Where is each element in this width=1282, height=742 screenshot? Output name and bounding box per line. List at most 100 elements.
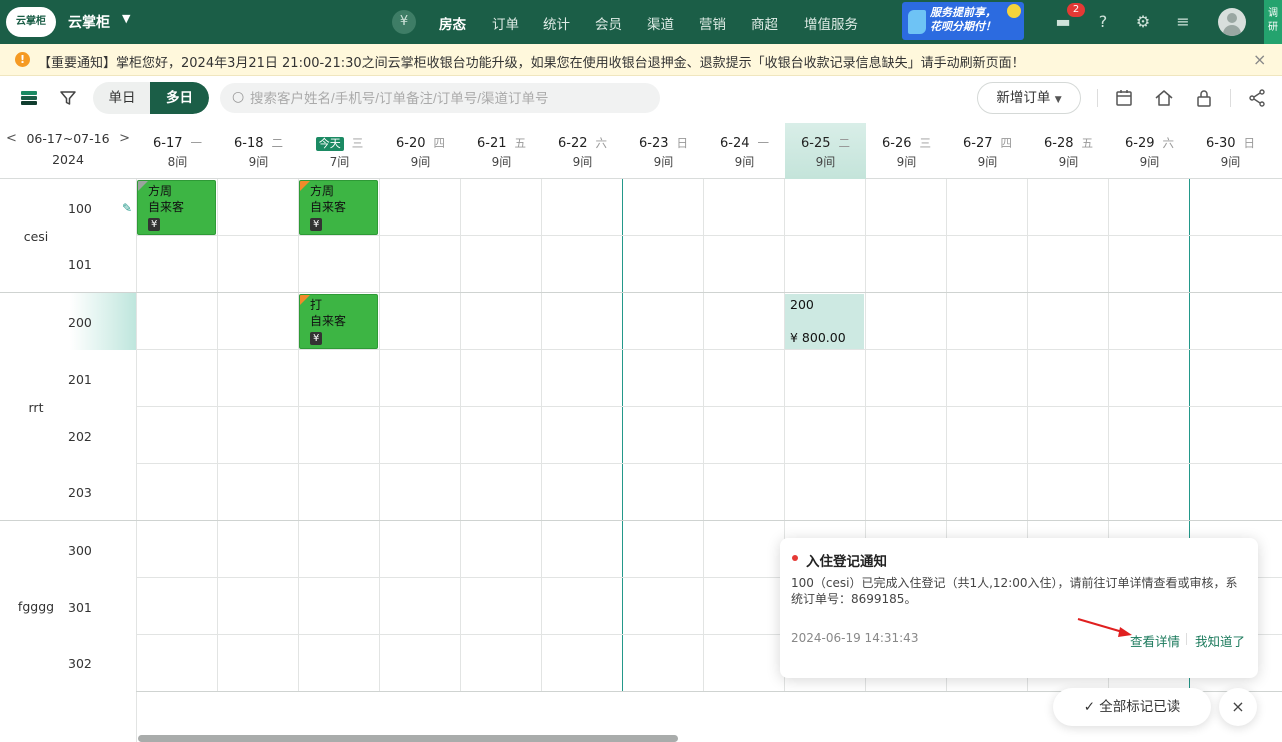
day-room-count: 9间 (734, 155, 755, 169)
day-room-count: 9间 (653, 155, 674, 169)
booking-block[interactable]: 打 自来客 ¥ (299, 294, 378, 349)
day-date: 6-27 (962, 136, 993, 151)
mark-all-read-button[interactable]: ✓ 全部标记已读 (1053, 688, 1211, 726)
promo-banner[interactable]: 服务提前享， 花呗分期付！ (902, 2, 1024, 40)
day-column-header[interactable]: 6-20 四 9间 (380, 123, 461, 179)
booking-corner-flag (300, 295, 310, 305)
room-label[interactable]: 201 (68, 372, 92, 387)
menu-icon[interactable]: ≡ (1172, 11, 1194, 33)
gear-icon[interactable]: ⚙ (1132, 11, 1154, 33)
day-column-header[interactable]: 6-18 二 9间 (218, 123, 299, 179)
yen-icon[interactable]: ¥ (392, 10, 416, 34)
day-column-header[interactable]: 6-23 日 9间 (623, 123, 704, 179)
new-order-label: 新增订单 (996, 90, 1051, 106)
promo-figure-icon (908, 10, 926, 34)
grid-line (298, 179, 299, 691)
red-arrow-annotation (1077, 618, 1132, 637)
caret-down-icon[interactable]: ▼ (122, 12, 130, 25)
mark-all-read-label: 全部标记已读 (1099, 699, 1181, 715)
help-icon[interactable]: ? (1092, 11, 1114, 33)
day-column-header[interactable]: 6-27 四 9间 (947, 123, 1028, 179)
view-details-link[interactable]: 查看详情 (1130, 631, 1180, 650)
day-weekday: 五 (1081, 136, 1094, 150)
day-room-count: 7间 (329, 155, 350, 169)
calendar-icon[interactable] (1114, 88, 1134, 108)
room-group-label: rrt (28, 400, 44, 415)
close-icon[interactable]: × (1253, 50, 1266, 69)
checkin-notification-popup: 入住登记通知 100（cesi）已完成入住登记（共1人,12:00入住），请前往… (780, 538, 1258, 678)
day-date: 6-25 (800, 136, 831, 151)
booking-block[interactable]: 方周 自来客 ¥ (299, 180, 378, 235)
nav-value-added[interactable]: 增值服务 (804, 13, 858, 33)
room-label[interactable]: 200 (68, 315, 92, 330)
grid-line (136, 179, 137, 742)
chevron-right-icon[interactable]: > (119, 131, 130, 146)
booking-guest: 打 (310, 298, 323, 312)
avatar[interactable] (1218, 8, 1246, 36)
filter-icon[interactable] (59, 89, 77, 107)
day-column-header-today[interactable]: 今天三 7间 (299, 123, 380, 179)
payment-badge: ¥ (310, 218, 323, 231)
price-cell-price: ¥ 800.00 (790, 330, 846, 345)
unread-dot (792, 555, 798, 561)
price-cell-selected[interactable]: 200 ¥ 800.00 (785, 294, 864, 349)
booking-guest: 方周 (148, 184, 173, 198)
room-label[interactable]: 301 (68, 600, 92, 615)
room-label[interactable]: 202 (68, 429, 92, 444)
nav-statistics[interactable]: 统计 (543, 13, 570, 33)
room-label[interactable]: 302 (68, 656, 92, 671)
new-order-button[interactable]: 新增订单 ▼ (977, 82, 1081, 114)
room-label[interactable]: 203 (68, 485, 92, 500)
date-range-text[interactable]: 06-17~07-16 (26, 131, 109, 146)
lock-icon[interactable] (1194, 88, 1214, 108)
day-weekday: 三 (351, 136, 364, 150)
nav-room-status[interactable]: 房态 (439, 13, 466, 33)
day-column-header[interactable]: 6-21 五 9间 (461, 123, 542, 179)
survey-tab[interactable]: 调研 (1264, 0, 1282, 44)
day-column-header[interactable]: 6-24 一 9间 (704, 123, 785, 179)
day-room-count: 9间 (491, 155, 512, 169)
day-room-count: 9间 (1139, 155, 1160, 169)
brand-name[interactable]: 云掌柜 (68, 12, 110, 32)
top-navigation-bar: 云掌柜 云掌柜 ▼ ¥ 房态 订单 统计 会员 渠道 营销 商超 增值服务 服务… (0, 0, 1282, 44)
room-group-label: cesi (23, 229, 49, 244)
single-day-button[interactable]: 单日 (93, 82, 151, 114)
day-column-header[interactable]: 6-17 一 8间 (137, 123, 218, 179)
nav-orders[interactable]: 订单 (492, 13, 519, 33)
room-label[interactable]: 101 (68, 257, 92, 272)
app-logo[interactable]: 云掌柜 (6, 7, 56, 37)
grid-line (136, 349, 1282, 350)
room-label[interactable]: 100 (68, 201, 92, 216)
room-label[interactable]: 300 (68, 543, 92, 558)
nav-store[interactable]: 商超 (751, 13, 778, 33)
booking-corner-flag (138, 181, 148, 191)
notice-bar: ! 【重要通知】掌柜您好，2024年3月21日 21:00-21:30之间云掌柜… (0, 44, 1282, 76)
day-column-header[interactable]: 6-28 五 9间 (1028, 123, 1109, 179)
divider (1230, 89, 1231, 107)
grid-line (379, 179, 380, 691)
week-divider-line (622, 179, 623, 691)
day-weekday: 三 (919, 136, 932, 150)
nav-marketing[interactable]: 营销 (699, 13, 726, 33)
day-column-header-selected[interactable]: 6-25 二 9间 (785, 123, 866, 179)
day-column-header[interactable]: 6-30 日 9间 (1190, 123, 1271, 179)
share-icon[interactable] (1247, 88, 1267, 108)
chevron-left-icon[interactable]: < (6, 131, 17, 146)
day-column-header[interactable]: 6-26 三 9间 (866, 123, 947, 179)
nav-channels[interactable]: 渠道 (647, 13, 674, 33)
day-column-header[interactable]: 6-29 六 9间 (1109, 123, 1190, 179)
multi-day-button[interactable]: 多日 (150, 82, 209, 114)
layers-icon[interactable] (20, 89, 38, 107)
booking-source: 自来客 (310, 314, 347, 328)
search-input[interactable] (250, 83, 650, 113)
day-column-header[interactable]: 6-22 六 9间 (542, 123, 623, 179)
booking-block[interactable]: 方周 自来客 ¥ (137, 180, 216, 235)
calendar-header: < 06-17~07-16 > 2024 6-17 一 8间 6-18 二 9间 今… (0, 123, 1282, 179)
home-icon[interactable] (1154, 88, 1174, 108)
horizontal-scrollbar[interactable] (138, 735, 678, 742)
grid-line (703, 179, 704, 691)
broom-icon[interactable]: ✎ (122, 201, 132, 215)
nav-members[interactable]: 会员 (595, 13, 622, 33)
close-notifications-button[interactable]: × (1219, 688, 1257, 726)
got-it-link[interactable]: 我知道了 (1195, 631, 1245, 650)
